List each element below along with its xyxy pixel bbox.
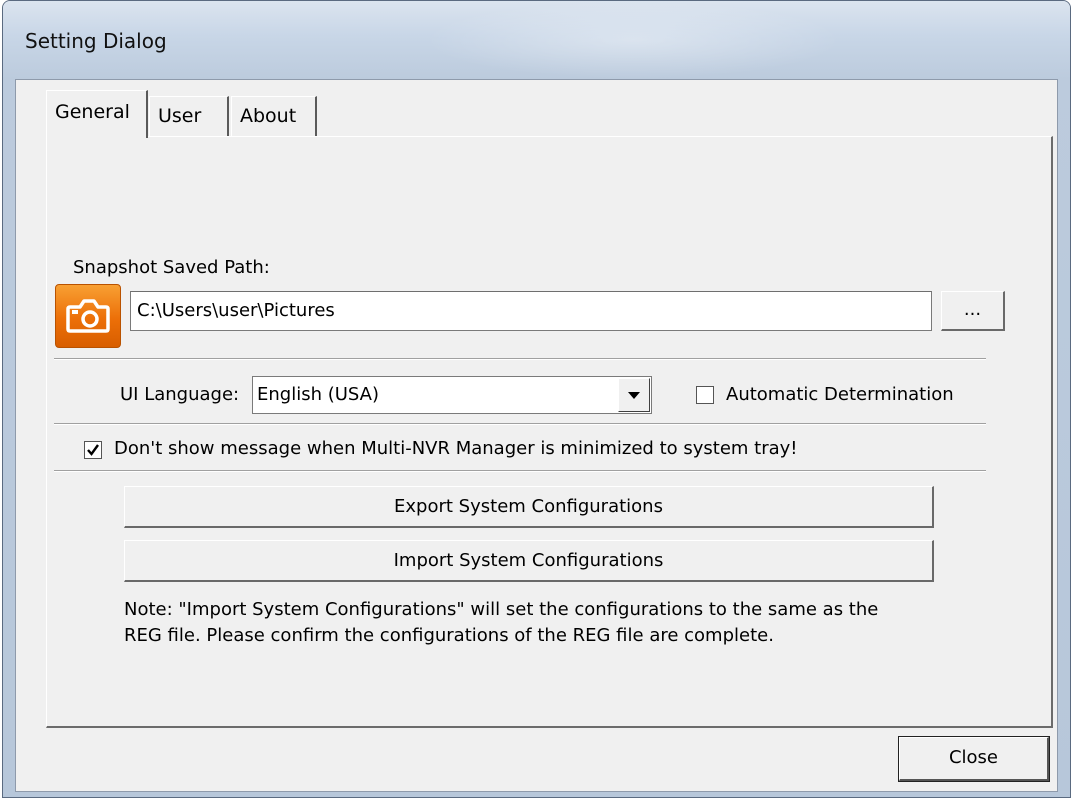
tab-about-label: About (240, 105, 297, 127)
snapshot-camera-button[interactable] (55, 284, 121, 348)
import-note: Note: "Import System Configurations" wil… (124, 597, 984, 649)
separator-3 (54, 470, 986, 472)
ui-language-value: English (USA) (257, 384, 380, 405)
close-button[interactable]: Close (898, 736, 1050, 782)
auto-determination-checkbox[interactable] (696, 386, 714, 404)
import-config-button[interactable]: Import System Configurations (124, 540, 934, 582)
title-bar-glow (423, 1, 843, 79)
import-note-line-1: Note: "Import System Configurations" wil… (124, 599, 879, 620)
auto-determination-label[interactable]: Automatic Determination (726, 384, 954, 405)
chevron-down-icon (628, 391, 640, 399)
ui-language-dropdown-button[interactable] (618, 378, 650, 412)
tray-message-label[interactable]: Don't show message when Multi-NVR Manage… (114, 438, 798, 459)
tab-about[interactable]: About (231, 96, 317, 136)
tab-general-label: General (55, 101, 130, 123)
snapshot-path-input[interactable]: C:\Users\user\Pictures (130, 291, 932, 331)
dialog-client-area: General User About Snapshot Saved Path: … (15, 79, 1058, 792)
window-title: Setting Dialog (25, 29, 167, 53)
ui-language-label: UI Language: (120, 384, 240, 405)
import-note-line-2: REG file. Please confirm the configurati… (124, 625, 774, 646)
setting-dialog-window: Setting Dialog General User About Snapsh… (2, 0, 1071, 798)
ui-language-select[interactable]: English (USA) (252, 376, 652, 414)
tab-general[interactable]: General (46, 90, 148, 138)
separator-2 (54, 423, 986, 425)
camera-icon (66, 299, 110, 333)
tray-message-checkbox[interactable] (84, 441, 102, 459)
tab-user-label: User (158, 105, 202, 127)
separator-1 (54, 358, 986, 360)
snapshot-path-label: Snapshot Saved Path: (73, 257, 270, 278)
browse-button[interactable]: ... (941, 291, 1005, 331)
tab-user[interactable]: User (149, 96, 229, 136)
export-config-button[interactable]: Export System Configurations (124, 486, 934, 528)
checkmark-icon (87, 444, 99, 456)
title-bar[interactable]: Setting Dialog (3, 1, 1070, 79)
